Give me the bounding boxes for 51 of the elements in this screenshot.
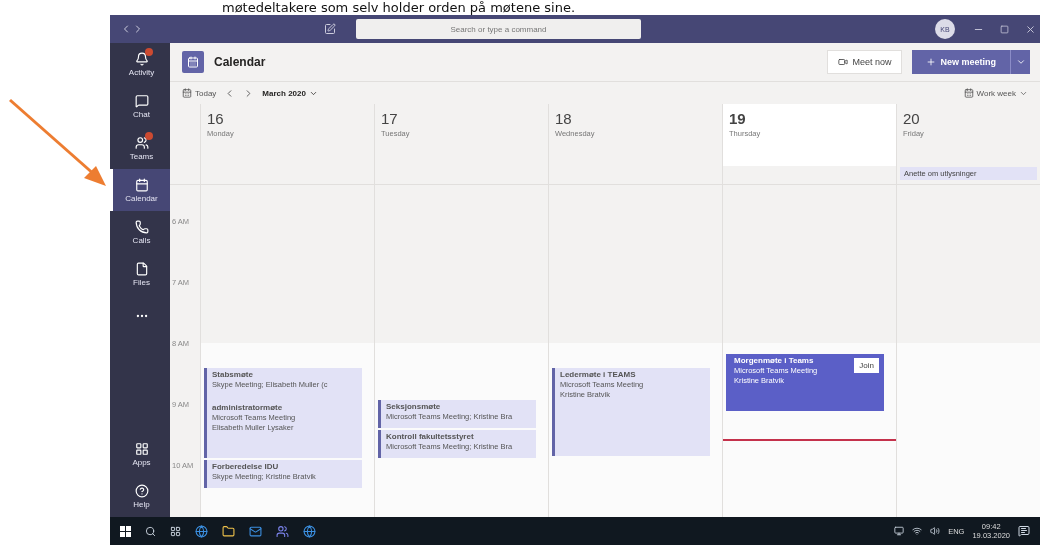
today-button[interactable]: Today	[182, 88, 217, 98]
day-number: 20	[903, 110, 921, 127]
day-number: 17	[381, 110, 399, 127]
meet-now-button[interactable]: Meet now	[827, 50, 903, 74]
rail-item[interactable]: Chat	[110, 85, 170, 127]
rail-item[interactable]: Apps	[110, 433, 170, 475]
plus-icon	[926, 57, 937, 67]
rail-item[interactable]: Files	[110, 253, 170, 295]
bell-icon	[134, 51, 149, 66]
month-picker[interactable]: March 2020	[262, 88, 318, 98]
help-icon	[134, 483, 149, 498]
rail-item[interactable]: Activity	[110, 43, 170, 85]
people-icon[interactable]	[276, 524, 289, 538]
rail-item[interactable]: Calendar	[110, 169, 170, 211]
windows-logo-icon[interactable]	[120, 525, 131, 537]
search-field[interactable]: Search or type a command	[356, 19, 641, 39]
rail-item[interactable]: Help	[110, 475, 170, 517]
people-icon	[134, 135, 149, 150]
rail-item[interactable]: Teams	[110, 127, 170, 169]
calendar-icon	[963, 88, 974, 98]
calendar-app-icon	[182, 51, 204, 73]
day-number: 18	[555, 110, 573, 127]
chevron-down-icon	[1015, 57, 1026, 67]
chat-icon	[134, 93, 149, 108]
globe-icon[interactable]	[303, 524, 316, 538]
folder-icon[interactable]	[222, 524, 235, 538]
rail-item[interactable]: Calls	[110, 211, 170, 253]
wifi-icon[interactable]	[912, 526, 923, 536]
phone-icon	[134, 219, 149, 234]
join-button[interactable]: Join	[854, 358, 879, 373]
page-title: Calendar	[214, 55, 266, 69]
maximize-icon[interactable]	[1000, 24, 1009, 34]
notifications-icon[interactable]	[1018, 525, 1030, 537]
monitor-icon[interactable]	[894, 526, 905, 536]
file-icon	[134, 261, 149, 276]
apps-icon	[134, 441, 149, 456]
globe-icon[interactable]	[195, 524, 208, 538]
day-number: 16	[207, 110, 225, 127]
close-icon[interactable]	[1025, 23, 1036, 35]
calendar-icon	[134, 177, 149, 192]
calendar-icon	[182, 88, 192, 98]
mail-icon[interactable]	[249, 524, 262, 538]
video-camera-icon	[838, 57, 849, 67]
view-picker[interactable]: Work week	[963, 88, 1028, 98]
task-view-icon[interactable]	[170, 525, 181, 537]
day-number: 19	[729, 110, 747, 127]
caption-text: møtedeltakere som selv holder orden på møtene sine.	[222, 0, 576, 15]
compose-icon[interactable]	[324, 23, 336, 35]
speaker-icon[interactable]	[930, 526, 941, 536]
search-icon[interactable]	[145, 525, 156, 537]
new-meeting-button[interactable]: New meeting	[912, 50, 1010, 74]
